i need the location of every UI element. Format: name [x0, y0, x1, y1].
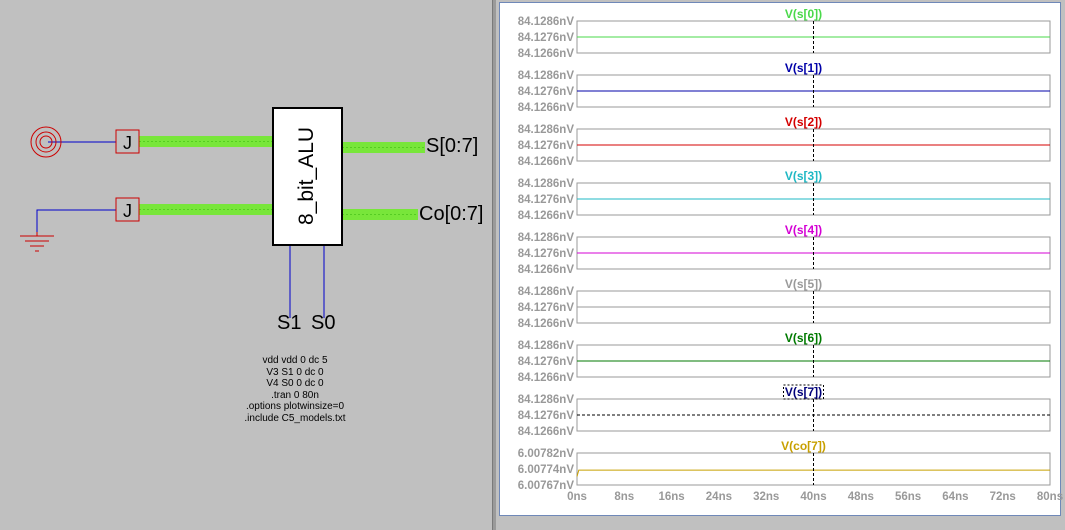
x-tick-label: 16ns: [658, 491, 684, 503]
x-tick-label: 40ns: [800, 491, 826, 503]
y-tick-label: 84.1266nV: [518, 102, 575, 114]
x-tick-label: 64ns: [942, 491, 968, 503]
y-tick-label: 84.1286nV: [518, 178, 575, 190]
y-tick-label: 6.00782nV: [518, 448, 575, 460]
y-tick-label: 84.1276nV: [518, 86, 575, 98]
directive-line: vdd vdd 0 dc 5: [262, 355, 328, 366]
y-tick-label: 84.1286nV: [518, 286, 575, 298]
bus-wire-input-a[interactable]: [139, 136, 273, 147]
directive-line: V4 S0 0 dc 0: [266, 378, 324, 389]
jumper-label: J: [123, 133, 132, 153]
y-tick-label: 84.1286nV: [518, 340, 575, 352]
x-tick-label: 32ns: [753, 491, 779, 503]
x-tick-label: 8ns: [614, 491, 634, 503]
y-tick-label: 6.00774nV: [518, 464, 575, 476]
y-tick-label: 84.1286nV: [518, 16, 575, 28]
component-label: 8_bit_ALU: [295, 127, 318, 225]
y-tick-label: 84.1266nV: [518, 426, 575, 438]
bus-wire-input-b[interactable]: [139, 204, 273, 215]
trace-title[interactable]: V(co[7]): [781, 439, 826, 453]
spice-directives[interactable]: vdd vdd 0 dc 5 V3 S1 0 dc 0 V4 S0 0 dc 0…: [200, 355, 390, 424]
x-tick-label: 56ns: [895, 491, 921, 503]
schematic-editor[interactable]: J J 8_bit_ALU S[0:7] Co[0:7] S1 S0 vdd v…: [0, 0, 492, 530]
bus-wire-s-out[interactable]: [342, 142, 425, 153]
directive-line: V3 S1 0 dc 0: [266, 366, 324, 378]
net-label-s-bus[interactable]: S[0:7]: [426, 135, 478, 158]
y-tick-label: 84.1266nV: [518, 156, 575, 168]
signal-source-icon[interactable]: [30, 126, 62, 158]
y-tick-label: 84.1276nV: [518, 140, 575, 152]
net-label-co-bus[interactable]: Co[0:7]: [419, 203, 483, 226]
trace-title[interactable]: V(s[3]): [785, 169, 822, 183]
schematic-canvas[interactable]: J J 8_bit_ALU: [0, 0, 492, 530]
jumper-label: J: [123, 201, 132, 221]
y-tick-label: 84.1276nV: [518, 410, 575, 422]
trace-title[interactable]: V(s[0]): [785, 7, 822, 21]
y-tick-label: 84.1266nV: [518, 48, 575, 60]
y-tick-label: 84.1276nV: [518, 32, 575, 44]
y-tick-label: 84.1266nV: [518, 264, 575, 276]
x-tick-label: 24ns: [706, 491, 732, 503]
net-label-s1[interactable]: S1: [277, 312, 301, 335]
waveform-viewer[interactable]: 84.1286nV 84.1276nV 84.1266nV V(s[0]) 84.128…: [496, 0, 1065, 530]
y-tick-label: 84.1286nV: [518, 394, 575, 406]
trace-title[interactable]: V(s[4]): [785, 223, 822, 237]
y-tick-label: 84.1286nV: [518, 124, 575, 136]
trace-title[interactable]: V(s[6]): [785, 331, 822, 345]
y-tick-label: 84.1276nV: [518, 248, 575, 260]
x-tick-label: 72ns: [990, 491, 1016, 503]
y-tick-label: 84.1266nV: [518, 318, 575, 330]
wire-ground[interactable]: [36, 209, 116, 232]
trace-title[interactable]: V(s[5]): [785, 277, 822, 291]
y-tick-label: 84.1266nV: [518, 372, 575, 384]
jumper-input-b[interactable]: J: [115, 197, 140, 222]
trace-title[interactable]: V(s[2]): [785, 115, 822, 129]
y-tick-label: 84.1286nV: [518, 232, 575, 244]
jumper-input-a[interactable]: J: [115, 129, 140, 154]
y-tick-label: 84.1266nV: [518, 210, 575, 222]
y-tick-label: 6.00767nV: [518, 480, 575, 492]
x-tick-label: 48ns: [848, 491, 874, 503]
net-label-s0[interactable]: S0: [311, 312, 335, 335]
y-tick-label: 84.1276nV: [518, 356, 575, 368]
y-tick-label: 84.1276nV: [518, 302, 575, 314]
waveform-canvas[interactable]: 84.1286nV 84.1276nV 84.1266nV V(s[0]) 84.128…: [496, 0, 1065, 530]
x-tick-label: 0ns: [567, 491, 587, 503]
directive-line: .include C5_models.txt: [244, 412, 346, 424]
trace-title[interactable]: V(s[7]): [785, 385, 822, 399]
x-tick-label: 80ns: [1037, 491, 1063, 503]
directive-line: .options plotwinsize=0: [245, 401, 345, 412]
alu-component[interactable]: 8_bit_ALU: [272, 107, 343, 246]
ground-icon[interactable]: [20, 232, 54, 252]
y-tick-label: 84.1286nV: [518, 70, 575, 82]
trace-title[interactable]: V(s[1]): [785, 61, 822, 75]
bus-wire-co-out[interactable]: [342, 209, 418, 220]
y-tick-label: 84.1276nV: [518, 194, 575, 206]
directive-line: .tran 0 80n: [271, 389, 319, 401]
